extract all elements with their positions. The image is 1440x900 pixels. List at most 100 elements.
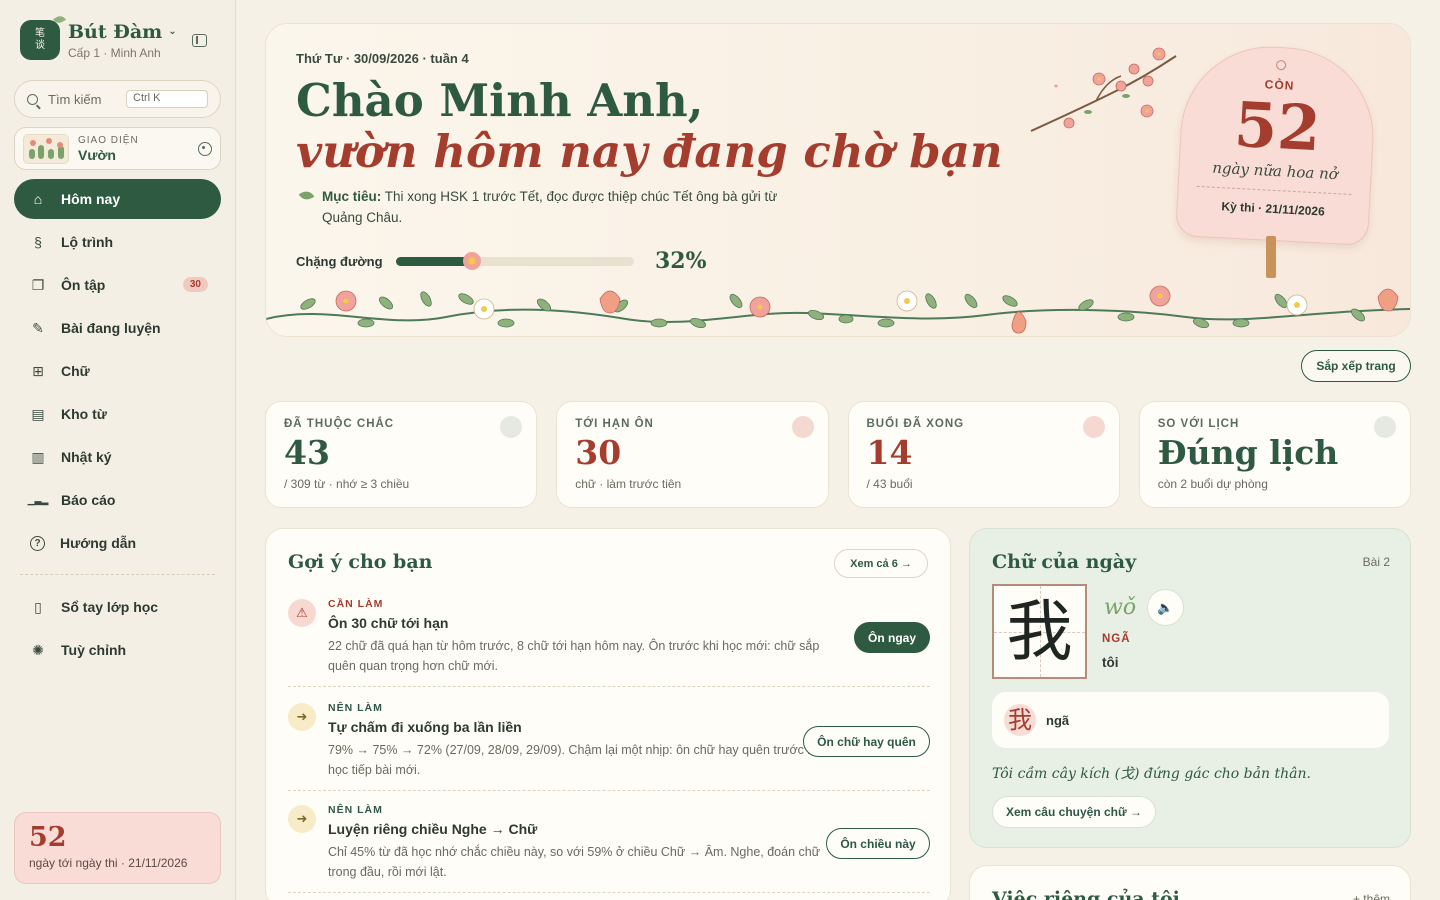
progress-value: 32% xyxy=(655,248,707,274)
sidebar-item-label: Ôn tập xyxy=(61,277,106,293)
sidebar-item-label: Kho từ xyxy=(61,406,107,422)
character-of-day-card: Chữ của ngày Bài 2 我 wǒ 🔈 NGÃ tôi 我 ngã … xyxy=(969,528,1411,848)
private-tasks-card: Việc riêng của tôi + thêm xyxy=(969,865,1411,900)
tag-stick xyxy=(1266,236,1276,278)
suggestions-panel: Gợi ý cho bạn Xem cả 6 → ⚠ CẦN LÀM Ôn 30… xyxy=(265,528,951,900)
status-dot-icon xyxy=(1374,416,1396,438)
search-input[interactable]: Tìm kiếm Ctrl K xyxy=(14,80,221,118)
leaf-icon xyxy=(52,13,67,26)
component-character: 我 xyxy=(1004,704,1036,736)
brand-switcher[interactable]: 笔 谈 Bút Đàm ⌄ Cấp 1 · Minh Anh xyxy=(20,13,177,60)
main-character: 我 xyxy=(1006,593,1073,670)
sidebar-item-on-tap[interactable]: ❐ Ôn tập 30 xyxy=(14,265,221,305)
character-grid[interactable]: 我 xyxy=(992,584,1087,679)
arrow-circle-icon: ➜ xyxy=(288,805,316,833)
countdown-number: 52 xyxy=(29,822,67,853)
sidebar-item-bai-dang-luyen[interactable]: ✎ Bài đang luyện xyxy=(14,308,221,348)
brand-subtitle: Cấp 1 · Minh Anh xyxy=(68,45,161,60)
sidebar-item-hom-nay[interactable]: ⌂ Hôm nay xyxy=(14,179,221,219)
route-icon: § xyxy=(34,234,42,250)
character-meaning: tôi xyxy=(1102,655,1119,670)
stat-sub: còn 2 buổi dự phòng xyxy=(1157,477,1268,491)
progress-track xyxy=(396,251,634,270)
sidebar: 笔 谈 Bút Đàm ⌄ Cấp 1 · Minh Anh Tìm kiếm C… xyxy=(0,0,236,900)
sidebar-item-label: Nhật ký xyxy=(61,449,112,465)
tag-hole xyxy=(1275,59,1286,71)
pencil-icon: ✎ xyxy=(32,319,44,336)
suggestion-desc: Chỉ 45% từ đã học nhớ chắc chiều này, so… xyxy=(328,845,821,879)
speaker-icon[interactable]: 🔈 xyxy=(1147,589,1184,626)
exam-countdown-card[interactable]: 52 ngày tới ngày thi · 21/11/2026 xyxy=(14,812,221,884)
view-story-button[interactable]: Xem câu chuyện chữ → xyxy=(992,796,1156,828)
goal-label: Mục tiêu: xyxy=(322,189,382,204)
journey-progress: Chặng đường 32% xyxy=(296,248,707,274)
theme-switcher[interactable]: GIAO DIỆN Vườn xyxy=(14,127,221,170)
countdown-text: ngày tới ngày thi · 21/11/2026 xyxy=(29,856,188,870)
stat-sub: / 43 buổi xyxy=(866,477,913,491)
component-row[interactable]: 我 ngã xyxy=(992,692,1389,748)
stat-card-mastered[interactable]: ĐÃ THUỘC CHẮC 43 / 309 từ · nhớ ≥ 3 chiề… xyxy=(265,401,538,508)
stat-value: 43 xyxy=(284,433,330,472)
grid-icon: ⊞ xyxy=(32,362,44,379)
stat-value: 30 xyxy=(575,433,622,472)
sort-page-button[interactable]: Sắp xếp trang xyxy=(1301,350,1411,382)
logo-char-top: 笔 xyxy=(35,28,45,39)
review-now-button[interactable]: Ôn ngay xyxy=(854,622,930,653)
vine-decoration xyxy=(266,285,1410,334)
app-name: Bút Đàm xyxy=(68,20,163,43)
review-direction-button[interactable]: Ôn chiều này xyxy=(826,828,930,859)
sidebar-item-label: Chữ xyxy=(61,363,90,379)
sidebar-item-kho-tu[interactable]: ▤ Kho từ xyxy=(14,394,221,434)
review-forgotten-button[interactable]: Ôn chữ hay quên xyxy=(803,726,930,757)
leaf-icon xyxy=(298,188,315,203)
warning-icon: ⚠ xyxy=(288,599,316,627)
main-nav: ⌂ Hôm nay § Lộ trình ❐ Ôn tập 30 ✎ Bài đang l… xyxy=(14,179,221,673)
sidebar-collapse-icon[interactable] xyxy=(192,34,207,47)
stat-sub: / 309 từ · nhớ ≥ 3 chiều xyxy=(284,477,410,491)
arrow-circle-icon: ➜ xyxy=(288,703,316,731)
suggestion-title: Ôn 30 chữ tới hạn xyxy=(328,615,449,631)
theme-thumbnail xyxy=(23,133,69,164)
pinyin: wǒ xyxy=(1104,595,1137,620)
sidebar-item-label: Tuỳ chỉnh xyxy=(61,642,127,658)
suggestion-desc: 79% → 75% → 72% (27/09, 28/09, 29/09). C… xyxy=(328,743,824,777)
status-dot-icon xyxy=(500,416,523,438)
see-all-button[interactable]: Xem cả 6 → xyxy=(834,549,928,578)
status-dot-icon xyxy=(791,416,814,438)
sidebar-item-so-tay-lop-hoc[interactable]: ▯ Sổ tay lớp học xyxy=(14,587,221,627)
sidebar-item-bao-cao[interactable]: ▁▃▂ Báo cáo xyxy=(14,480,221,520)
stat-card-schedule[interactable]: SO VỚI LỊCH Đúng lịch còn 2 buổi dự phòn… xyxy=(1138,401,1411,508)
status-dot-icon xyxy=(1082,416,1105,438)
suggestion-kicker: NÊN LÀM xyxy=(328,804,383,816)
theme-value: Vườn xyxy=(78,146,116,163)
stat-card-due[interactable]: TỚI HẠN ÔN 30 chữ · làm trước tiên xyxy=(556,401,829,508)
palette-icon[interactable] xyxy=(198,141,212,156)
private-tasks-title: Việc riêng của tôi xyxy=(992,888,1180,900)
sidebar-item-tuy-chinh[interactable]: ✺ Tuỳ chỉnh xyxy=(14,630,221,670)
nav-divider xyxy=(20,574,215,575)
stat-kicker: ĐÃ THUỘC CHẮC xyxy=(284,418,395,430)
cards-icon: ❐ xyxy=(31,276,45,293)
suggestion-kicker: CẦN LÀM xyxy=(328,598,384,610)
stat-value: Đúng lịch xyxy=(1157,433,1339,472)
suggestion-item: ⚠ CẦN LÀM Ôn 30 chữ tới hạn 22 chữ đã qu… xyxy=(288,591,930,687)
hero-greeting: Chào Minh Anh, xyxy=(296,74,704,127)
gear-icon: ✺ xyxy=(32,641,44,658)
add-task-button[interactable]: + thêm xyxy=(1353,892,1390,900)
chevron-down-icon[interactable]: ⌄ xyxy=(168,26,176,37)
goal-text: Mục tiêu: Thi xong HSK 1 trước Tết, đọc … xyxy=(298,186,820,228)
stat-sub: chữ · làm trước tiên xyxy=(575,477,682,491)
notebook-icon: ▯ xyxy=(34,598,42,615)
review-count-badge: 30 xyxy=(182,277,208,292)
app-logo: 笔 谈 xyxy=(20,13,67,60)
search-icon xyxy=(27,93,38,105)
theme-kicker: GIAO DIỆN xyxy=(78,134,139,146)
sidebar-item-lo-trinh[interactable]: § Lộ trình xyxy=(14,222,221,262)
stat-card-sessions[interactable]: BUỔI ĐÃ XONG 14 / 43 buổi xyxy=(847,401,1120,508)
sidebar-item-nhat-ky[interactable]: ▥ Nhật ký xyxy=(14,437,221,477)
book-icon: ▤ xyxy=(31,405,45,422)
progress-fill xyxy=(396,256,473,266)
sidebar-item-chu[interactable]: ⊞ Chữ xyxy=(14,351,221,391)
logo-char-bottom: 谈 xyxy=(35,40,45,51)
sidebar-item-huong-dan[interactable]: ? Hướng dẫn xyxy=(14,523,221,563)
